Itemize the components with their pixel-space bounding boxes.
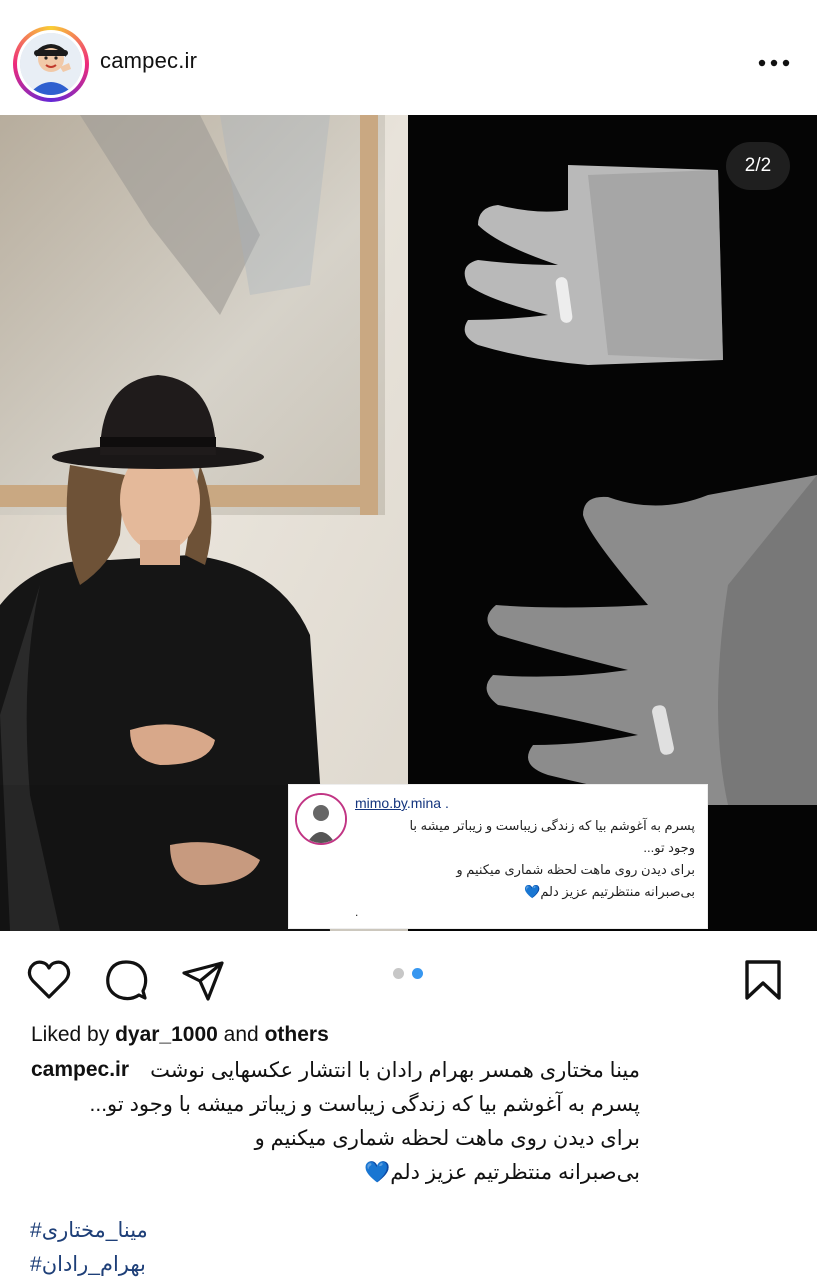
- media-counter: 2/2: [726, 142, 790, 190]
- hashtags: #مینا_مختاری #بهرام_رادان: [30, 1214, 148, 1282]
- post-username[interactable]: campec.ir: [100, 48, 197, 74]
- carousel-dot-2[interactable]: [412, 968, 423, 979]
- caption-line-4: بی‌صبرانه منتظرتیم عزیز دلم💙: [364, 1161, 640, 1184]
- carousel-dots: [393, 968, 425, 980]
- comment-username: mimo.by.mina .: [355, 795, 449, 811]
- post-header: campec.ir: [0, 0, 817, 115]
- liked-by-others[interactable]: others: [265, 1023, 329, 1046]
- comment-bubble-icon[interactable]: [103, 957, 149, 1003]
- caption-line-2: پسرم به آغوشم بیا که زندگی زیباست و زیبا…: [89, 1093, 640, 1116]
- hashtag-1[interactable]: #مینا_مختاری: [30, 1214, 148, 1248]
- comment-username-rest: .mina .: [406, 795, 449, 811]
- liked-by: Liked by dyar_1000 and others: [31, 1023, 329, 1047]
- caption-line-3: برای دیدن روی ماهت لحظه شماری میکنیم و: [254, 1127, 640, 1150]
- carousel-dot-1[interactable]: [393, 968, 404, 979]
- comment-avatar: [295, 793, 347, 845]
- comment-line-1: پسرم به آغوشم بیا که زندگی زیباست و زیبا…: [409, 818, 695, 833]
- comment-line-2: وجود تو...: [643, 840, 695, 855]
- comment-line-3: برای دیدن روی ماهت لحظه شماری میکنیم و: [456, 862, 695, 877]
- comment-footer: .: [355, 905, 359, 919]
- comment-username-link[interactable]: mimo.by: [355, 795, 407, 811]
- story-ring[interactable]: [13, 26, 89, 102]
- post-media[interactable]: 2/2 mimo.by.mina . پسرم به آغوشم بیا که …: [0, 115, 817, 931]
- caption-line-1: مینا مختاری همسر بهرام رادان با انتشار ع…: [150, 1059, 640, 1082]
- hashtag-2[interactable]: #بهرام_رادان: [30, 1248, 148, 1282]
- caption: مینا مختاری همسر بهرام رادان با انتشار ع…: [20, 1054, 640, 1190]
- liked-by-user[interactable]: dyar_1000: [115, 1023, 218, 1046]
- paper-plane-icon[interactable]: [180, 957, 226, 1003]
- bookmark-icon[interactable]: [740, 957, 786, 1003]
- comment-line-4: بی‌صبرانه منتظرتیم عزیز دلم💙: [524, 884, 695, 899]
- more-horizontal-icon[interactable]: [757, 58, 791, 68]
- comment-text: پسرم به آغوشم بیا که زندگی زیباست و زیبا…: [355, 815, 695, 903]
- liked-by-and: and: [223, 1023, 259, 1046]
- avatar[interactable]: [20, 33, 82, 95]
- heart-icon[interactable]: [26, 957, 72, 1003]
- overlay-comment-card: mimo.by.mina . پسرم به آغوشم بیا که زندگ…: [288, 784, 708, 929]
- liked-by-prefix: Liked by: [31, 1023, 110, 1046]
